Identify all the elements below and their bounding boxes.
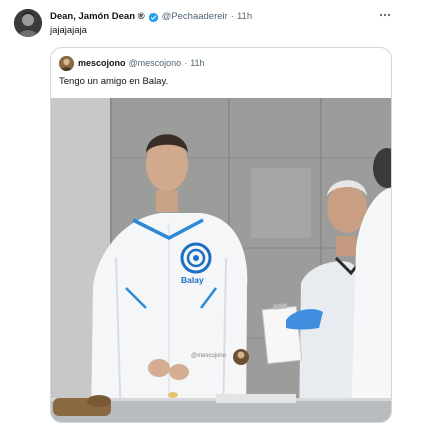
display-name[interactable]: Dean, Jamón Dean ®: [50, 10, 145, 24]
quoted-user-handle[interactable]: @mescojono: [129, 58, 182, 68]
photo-illustration: [51, 98, 391, 422]
tweet[interactable]: Dean, Jamón Dean ® @Pechaadereir · 11h j…: [0, 0, 422, 428]
separator-dot: ·: [230, 11, 234, 22]
timestamp[interactable]: 11h: [237, 10, 252, 24]
quoted-tweet[interactable]: mescojono @mescojono · 11h Tengo un amig…: [50, 47, 392, 423]
quoted-user-avatar[interactable]: [59, 55, 74, 71]
quoted-display-name[interactable]: mescojono: [78, 58, 126, 68]
more-options-icon[interactable]: [378, 8, 392, 22]
tweet-header: Dean, Jamón Dean ® @Pechaadereir · 11h: [50, 10, 392, 24]
quoted-tweet-header: mescojono @mescojono · 11h: [59, 55, 205, 71]
user-avatar[interactable]: [14, 9, 42, 37]
balay-logo-text: Balay: [181, 275, 204, 285]
quoted-timestamp[interactable]: 11h: [190, 58, 204, 68]
user-handle[interactable]: @Pechaadereir: [162, 10, 228, 24]
quoted-tweet-photo[interactable]: Balay @mescojono: [51, 98, 391, 422]
verified-badge-icon: [148, 12, 159, 23]
tweet-text: jajajajaja: [50, 25, 87, 36]
quoted-tweet-text: Tengo un amigo en Balay.: [59, 76, 169, 87]
separator-dot: ·: [184, 58, 188, 68]
photo-watermark: @mescojono: [191, 353, 227, 359]
